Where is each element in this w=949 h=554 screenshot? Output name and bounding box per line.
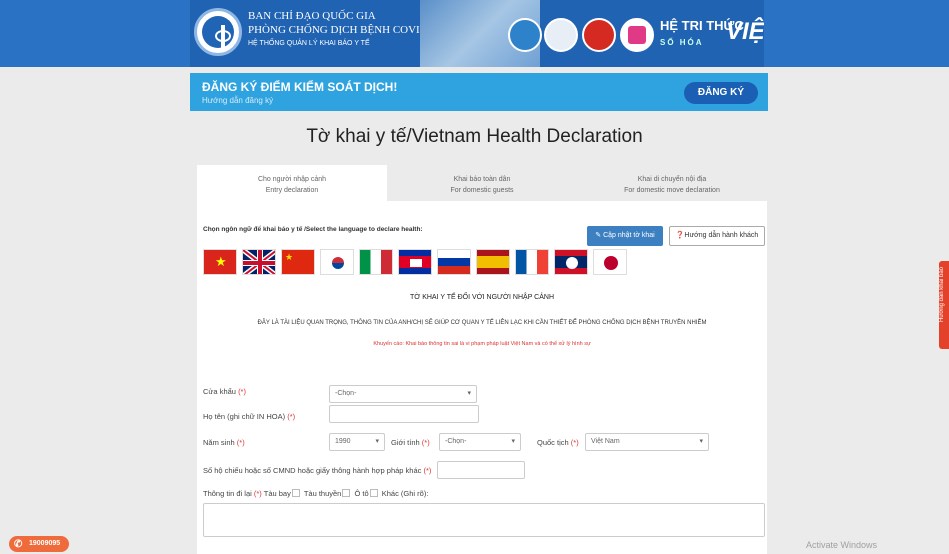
- gender-label: Giới tính (*): [391, 438, 430, 447]
- chevron-down-icon: ▾: [467, 390, 471, 397]
- gate-label: Cửa khẩu (*): [203, 387, 246, 396]
- plane-checkbox[interactable]: [291, 489, 300, 497]
- name-label: Họ tên (ghi chữ IN HOA) (*): [203, 412, 296, 421]
- option-other[interactable]: Khác (Ghi rõ):: [382, 489, 429, 498]
- edit-icon: ✎: [595, 232, 604, 239]
- declaration-tabs: Cho người nhập cảnh Entry declaration Kha…: [197, 165, 767, 201]
- brand-viet: VIỆT: [726, 18, 764, 45]
- travel-info-row: Thông tin đi lại (*) Tàu bay Tàu thuyền …: [203, 489, 429, 498]
- flag-uk-icon[interactable]: [242, 249, 276, 275]
- flag-laos-icon[interactable]: [554, 249, 588, 275]
- emblem-2-icon: [544, 18, 578, 52]
- flag-china-icon[interactable]: ★: [281, 249, 315, 275]
- flag-korea-icon[interactable]: [320, 249, 354, 275]
- banner-line-3: HỆ THỐNG QUẢN LÝ KHAI BÁO Y TẾ: [248, 40, 370, 47]
- side-guide-tab[interactable]: Hướng dẫn khai báo: [939, 261, 949, 349]
- chevron-down-icon: ▾: [375, 438, 379, 445]
- hotline-button[interactable]: ✆ 19009095: [9, 536, 69, 552]
- register-band: ĐĂNG KÝ ĐIỂM KIỂM SOÁT DỊCH! Hướng dẫn đ…: [190, 73, 768, 111]
- ministry-logo: [194, 8, 242, 56]
- nationality-select[interactable]: Việt Nam ▾: [585, 433, 709, 451]
- flag-italy-icon[interactable]: [359, 249, 393, 275]
- flag-france-icon[interactable]: [515, 249, 549, 275]
- birth-year-label: Năm sinh (*): [203, 438, 245, 447]
- flag-vietnam-icon[interactable]: ★: [203, 249, 237, 275]
- form-panel: Chọn ngôn ngữ để khai báo y tế /Select t…: [197, 201, 767, 554]
- form-warning: Khuyến cáo: Khai báo thông tin sai là vi…: [373, 341, 591, 347]
- chevron-down-icon: ▾: [511, 438, 515, 445]
- travel-other-textarea[interactable]: [203, 503, 765, 537]
- tab-entry[interactable]: Cho người nhập cảnh Entry declaration: [197, 165, 387, 201]
- passenger-guide-button[interactable]: ❓Hướng dẫn hành khách: [669, 226, 765, 246]
- option-plane[interactable]: Tàu bay: [264, 489, 302, 498]
- option-car[interactable]: Ô tô: [354, 489, 379, 498]
- form-title: TỜ KHAI Y TẾ ĐỐI VỚI NGƯỜI NHẬP CẢNH: [409, 294, 555, 301]
- register-button[interactable]: ĐĂNG KÝ: [683, 82, 758, 104]
- gender-select[interactable]: -Chọn- ▾: [439, 433, 521, 451]
- passport-label: Số hộ chiếu hoặc số CMND hoặc giấy thông…: [203, 466, 432, 475]
- language-label: Chọn ngôn ngữ để khai báo y tế /Select t…: [203, 226, 423, 233]
- chevron-down-icon: ▾: [699, 438, 703, 445]
- car-checkbox[interactable]: [369, 489, 378, 497]
- option-ship[interactable]: Tàu thuyền: [304, 489, 353, 498]
- national-emblem-icon: [582, 18, 616, 52]
- emblem-1-icon: [508, 18, 542, 52]
- phone-icon: ✆: [14, 539, 23, 550]
- form-note: ĐÂY LÀ TÀI LIỆU QUAN TRỌNG, THÔNG TIN CỦ…: [257, 320, 707, 326]
- ship-checkbox[interactable]: [342, 489, 351, 497]
- banner-line-2: PHÒNG CHỐNG DỊCH BỆNH COVID -19: [248, 24, 446, 36]
- banner: BAN CHỈ ĐẠO QUỐC GIA PHÒNG CHỐNG DỊCH BỆ…: [190, 0, 764, 67]
- name-input[interactable]: [329, 405, 479, 423]
- register-hint-link[interactable]: Hướng dẫn đăng ký: [202, 96, 273, 105]
- top-header: BAN CHỈ ĐẠO QUỐC GIA PHÒNG CHỐNG DỊCH BỆ…: [0, 0, 949, 67]
- tab-domestic-move[interactable]: Khai di chuyển nội địa For domestic move …: [577, 165, 767, 201]
- flag-russia-icon[interactable]: [437, 249, 471, 275]
- windows-watermark: Activate Windows: [806, 540, 878, 550]
- flag-cambodia-icon[interactable]: [398, 249, 432, 275]
- brand-logo-icon: [620, 18, 654, 52]
- update-declaration-button[interactable]: ✎ Cập nhật tờ khai: [587, 226, 663, 246]
- gate-select[interactable]: -Chọn- ▾: [329, 385, 477, 403]
- nationality-label: Quốc tịch (*): [537, 438, 579, 447]
- tab-domestic-guests[interactable]: Khai báo toàn dân For domestic guests: [387, 165, 577, 201]
- banner-line-1: BAN CHỈ ĐẠO QUỐC GIA: [248, 10, 376, 22]
- passport-input[interactable]: [437, 461, 525, 479]
- flag-japan-icon[interactable]: [593, 249, 627, 275]
- register-title: ĐĂNG KÝ ĐIỂM KIỂM SOÁT DỊCH!: [202, 80, 398, 94]
- page-title: Tờ khai y tế/Vietnam Health Declaration: [306, 126, 643, 147]
- flag-spain-icon[interactable]: [476, 249, 510, 275]
- birth-year-select[interactable]: 1990 ▾: [329, 433, 385, 451]
